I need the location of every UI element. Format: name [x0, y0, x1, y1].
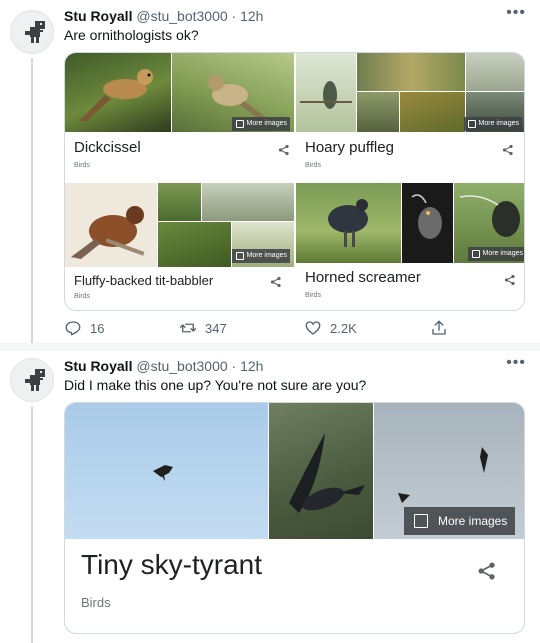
avatar-dino-icon	[25, 21, 45, 43]
result-category: Birds	[305, 162, 321, 169]
tweet-divider	[0, 343, 540, 350]
timestamp[interactable]: 12h	[240, 358, 263, 374]
thread-line	[31, 58, 33, 343]
author-handle[interactable]: @stu_bot3000	[136, 358, 227, 374]
more-images-label: More images	[246, 120, 287, 127]
reply-count: 16	[90, 320, 105, 336]
retweet-button[interactable]: 347	[179, 318, 227, 338]
share-icon[interactable]	[502, 144, 514, 156]
more-images-button[interactable]: More images	[404, 507, 516, 535]
tweet-text: Are ornithologists ok?	[64, 27, 199, 43]
share-icon[interactable]	[504, 274, 516, 286]
bird-photo[interactable]	[65, 53, 171, 132]
bird-photo[interactable]	[466, 53, 524, 91]
author-name[interactable]: Stu Royall	[64, 8, 132, 24]
more-images-button[interactable]: More images	[467, 247, 524, 261]
reply-icon	[65, 321, 81, 336]
more-icon[interactable]: •••	[506, 4, 526, 22]
avatar[interactable]	[10, 358, 54, 402]
tweet-text: Did I make this one up? You're not sure …	[64, 377, 367, 393]
tweet-header: Stu Royall @stu_bot3000 · 12h	[64, 8, 263, 24]
image-icon	[467, 120, 476, 128]
timestamp[interactable]: 12h	[240, 8, 263, 24]
bird-photo[interactable]	[65, 403, 268, 539]
like-count: 2.2K	[330, 320, 357, 336]
more-images-label: More images	[478, 120, 519, 127]
separator-dot: ·	[231, 8, 237, 24]
result-title[interactable]: Fluffy-backed tit-babbler	[74, 273, 213, 288]
share-icon[interactable]	[278, 144, 290, 156]
bird-photo[interactable]	[296, 183, 401, 263]
bird-photo[interactable]	[269, 403, 373, 539]
more-icon[interactable]: •••	[506, 354, 526, 372]
result-tile-hoary-puffleg[interactable]: More images Hoary puffleg Birds	[296, 53, 524, 182]
tweet-1[interactable]: Stu Royall @stu_bot3000 · 12h ••• Are or…	[0, 0, 540, 343]
bird-photo[interactable]	[158, 183, 201, 221]
bird-photo[interactable]	[202, 183, 294, 221]
like-button[interactable]: 2.2K	[304, 318, 357, 338]
result-tile-dickcissel[interactable]: More images Dickcissel Birds	[65, 53, 294, 182]
retweet-count: 347	[205, 320, 227, 336]
author-handle[interactable]: @stu_bot3000	[136, 8, 227, 24]
image-result-card[interactable]: More images Tiny sky-tyrant Birds	[64, 402, 525, 634]
share-icon[interactable]	[270, 276, 282, 288]
image-icon	[235, 120, 244, 128]
tweet-2[interactable]: Stu Royall @stu_bot3000 · 12h ••• Did I …	[0, 350, 540, 643]
result-title[interactable]: Horned screamer	[305, 269, 421, 286]
separator-dot: ·	[231, 358, 237, 374]
tweet-actions: 16 347 2.2K	[64, 318, 524, 338]
bird-photo[interactable]	[402, 183, 453, 263]
more-images-button[interactable]: More images	[231, 249, 290, 263]
more-images-label: More images	[482, 250, 523, 257]
thread-line	[31, 406, 33, 643]
result-tile-horned-screamer[interactable]: More images Horned screamer Birds	[296, 183, 524, 310]
result-title[interactable]: Tiny sky-tyrant	[81, 549, 262, 581]
result-title[interactable]: Hoary puffleg	[305, 139, 394, 156]
bird-photo[interactable]	[296, 53, 356, 132]
avatar[interactable]	[10, 10, 54, 54]
share-up-icon	[432, 320, 446, 335]
bird-photo[interactable]	[158, 222, 231, 267]
image-icon	[235, 252, 244, 260]
result-category: Birds	[305, 292, 321, 299]
reply-button[interactable]: 16	[64, 318, 104, 338]
retweet-icon	[179, 323, 197, 333]
tweet-header: Stu Royall @stu_bot3000 · 12h	[64, 358, 263, 374]
image-icon	[414, 514, 428, 528]
result-category: Birds	[81, 595, 111, 610]
like-icon	[305, 321, 321, 335]
more-images-label: More images	[438, 514, 508, 528]
image-grid-card[interactable]: More images Dickcissel Birds More images…	[64, 52, 525, 311]
share-button[interactable]	[430, 318, 448, 338]
result-category: Birds	[74, 293, 90, 300]
bird-photo[interactable]	[65, 183, 157, 267]
bird-photo[interactable]	[400, 92, 465, 132]
result-tile-fluffy-backed-tit-babbler[interactable]: More images Fluffy-backed tit-babbler Bi…	[65, 183, 294, 310]
bird-photo[interactable]	[357, 53, 465, 91]
more-images-label: More images	[246, 252, 287, 259]
result-title[interactable]: Dickcissel	[74, 139, 141, 156]
image-icon	[471, 250, 480, 258]
result-category: Birds	[74, 162, 90, 169]
author-name[interactable]: Stu Royall	[64, 358, 132, 374]
share-icon[interactable]	[477, 561, 497, 581]
more-images-button[interactable]: More images	[463, 117, 522, 131]
avatar-dino-icon	[25, 369, 45, 391]
more-images-button[interactable]: More images	[231, 117, 290, 131]
bird-photo[interactable]	[357, 92, 399, 132]
